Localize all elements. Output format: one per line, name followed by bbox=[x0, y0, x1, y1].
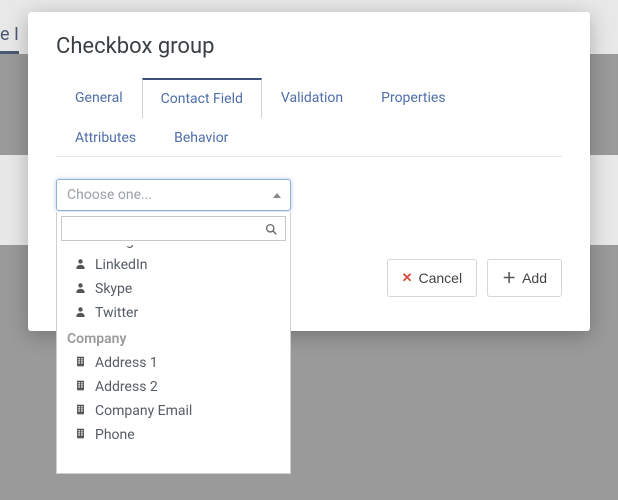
close-icon: ✕ bbox=[402, 270, 413, 286]
building-icon bbox=[75, 380, 89, 394]
tabs: General Contact Field Validation Propert… bbox=[56, 77, 562, 157]
option-label: LinkedIn bbox=[95, 257, 148, 273]
list-item[interactable]: Instagram bbox=[57, 245, 290, 253]
list-item[interactable]: Skype bbox=[57, 277, 290, 301]
modal-dialog: Checkbox group General Contact Field Val… bbox=[28, 12, 590, 331]
chosen-placeholder: Choose one... bbox=[67, 187, 152, 203]
add-button[interactable]: ＋ Add bbox=[487, 259, 562, 297]
options-list[interactable]: Instagram LinkedIn Skype bbox=[57, 245, 290, 473]
tab-validation[interactable]: Validation bbox=[262, 78, 362, 118]
list-item[interactable]: Address 1 bbox=[57, 351, 290, 375]
building-icon bbox=[75, 356, 89, 370]
list-item[interactable]: LinkedIn bbox=[57, 253, 290, 277]
tab-properties[interactable]: Properties bbox=[362, 78, 464, 118]
person-icon bbox=[75, 245, 89, 248]
plus-icon: ＋ bbox=[502, 268, 516, 288]
list-item[interactable]: Twitter bbox=[57, 301, 290, 325]
person-icon bbox=[75, 258, 89, 272]
person-icon bbox=[75, 306, 89, 320]
option-label: Address 1 bbox=[95, 355, 158, 371]
list-item[interactable]: Phone bbox=[57, 423, 290, 447]
list-item[interactable]: Company Email bbox=[57, 399, 290, 423]
option-label: Skype bbox=[95, 281, 132, 297]
option-label: Twitter bbox=[95, 305, 138, 321]
modal-title: Checkbox group bbox=[56, 34, 562, 59]
chosen-display[interactable]: Choose one... bbox=[56, 179, 291, 211]
option-label: Address 2 bbox=[95, 379, 158, 395]
cancel-button[interactable]: ✕ Cancel bbox=[387, 259, 478, 297]
add-label: Add bbox=[522, 270, 547, 286]
list-spacer bbox=[57, 454, 290, 455]
building-icon bbox=[75, 404, 89, 418]
list-item[interactable]: Address 2 bbox=[57, 375, 290, 399]
person-icon bbox=[75, 282, 89, 296]
tab-attributes[interactable]: Attributes bbox=[56, 118, 155, 157]
background-tab: e I bbox=[0, 24, 19, 54]
option-label: Instagram bbox=[95, 245, 158, 249]
tab-general[interactable]: General bbox=[56, 78, 142, 118]
group-label-company: Company bbox=[57, 325, 290, 351]
chosen-dropdown: Instagram LinkedIn Skype bbox=[56, 212, 291, 474]
option-label: Company Email bbox=[95, 403, 192, 419]
field-chooser: Choose one... Instagram bbox=[56, 179, 291, 211]
tab-contact-field[interactable]: Contact Field bbox=[142, 78, 262, 118]
chevron-up-icon bbox=[273, 193, 281, 198]
building-icon bbox=[75, 428, 89, 442]
option-label: Phone bbox=[95, 427, 135, 443]
search-input[interactable] bbox=[61, 216, 286, 241]
content-area: Choose one... Instagram bbox=[56, 157, 562, 307]
cancel-label: Cancel bbox=[418, 270, 462, 286]
tab-behavior[interactable]: Behavior bbox=[155, 118, 247, 157]
